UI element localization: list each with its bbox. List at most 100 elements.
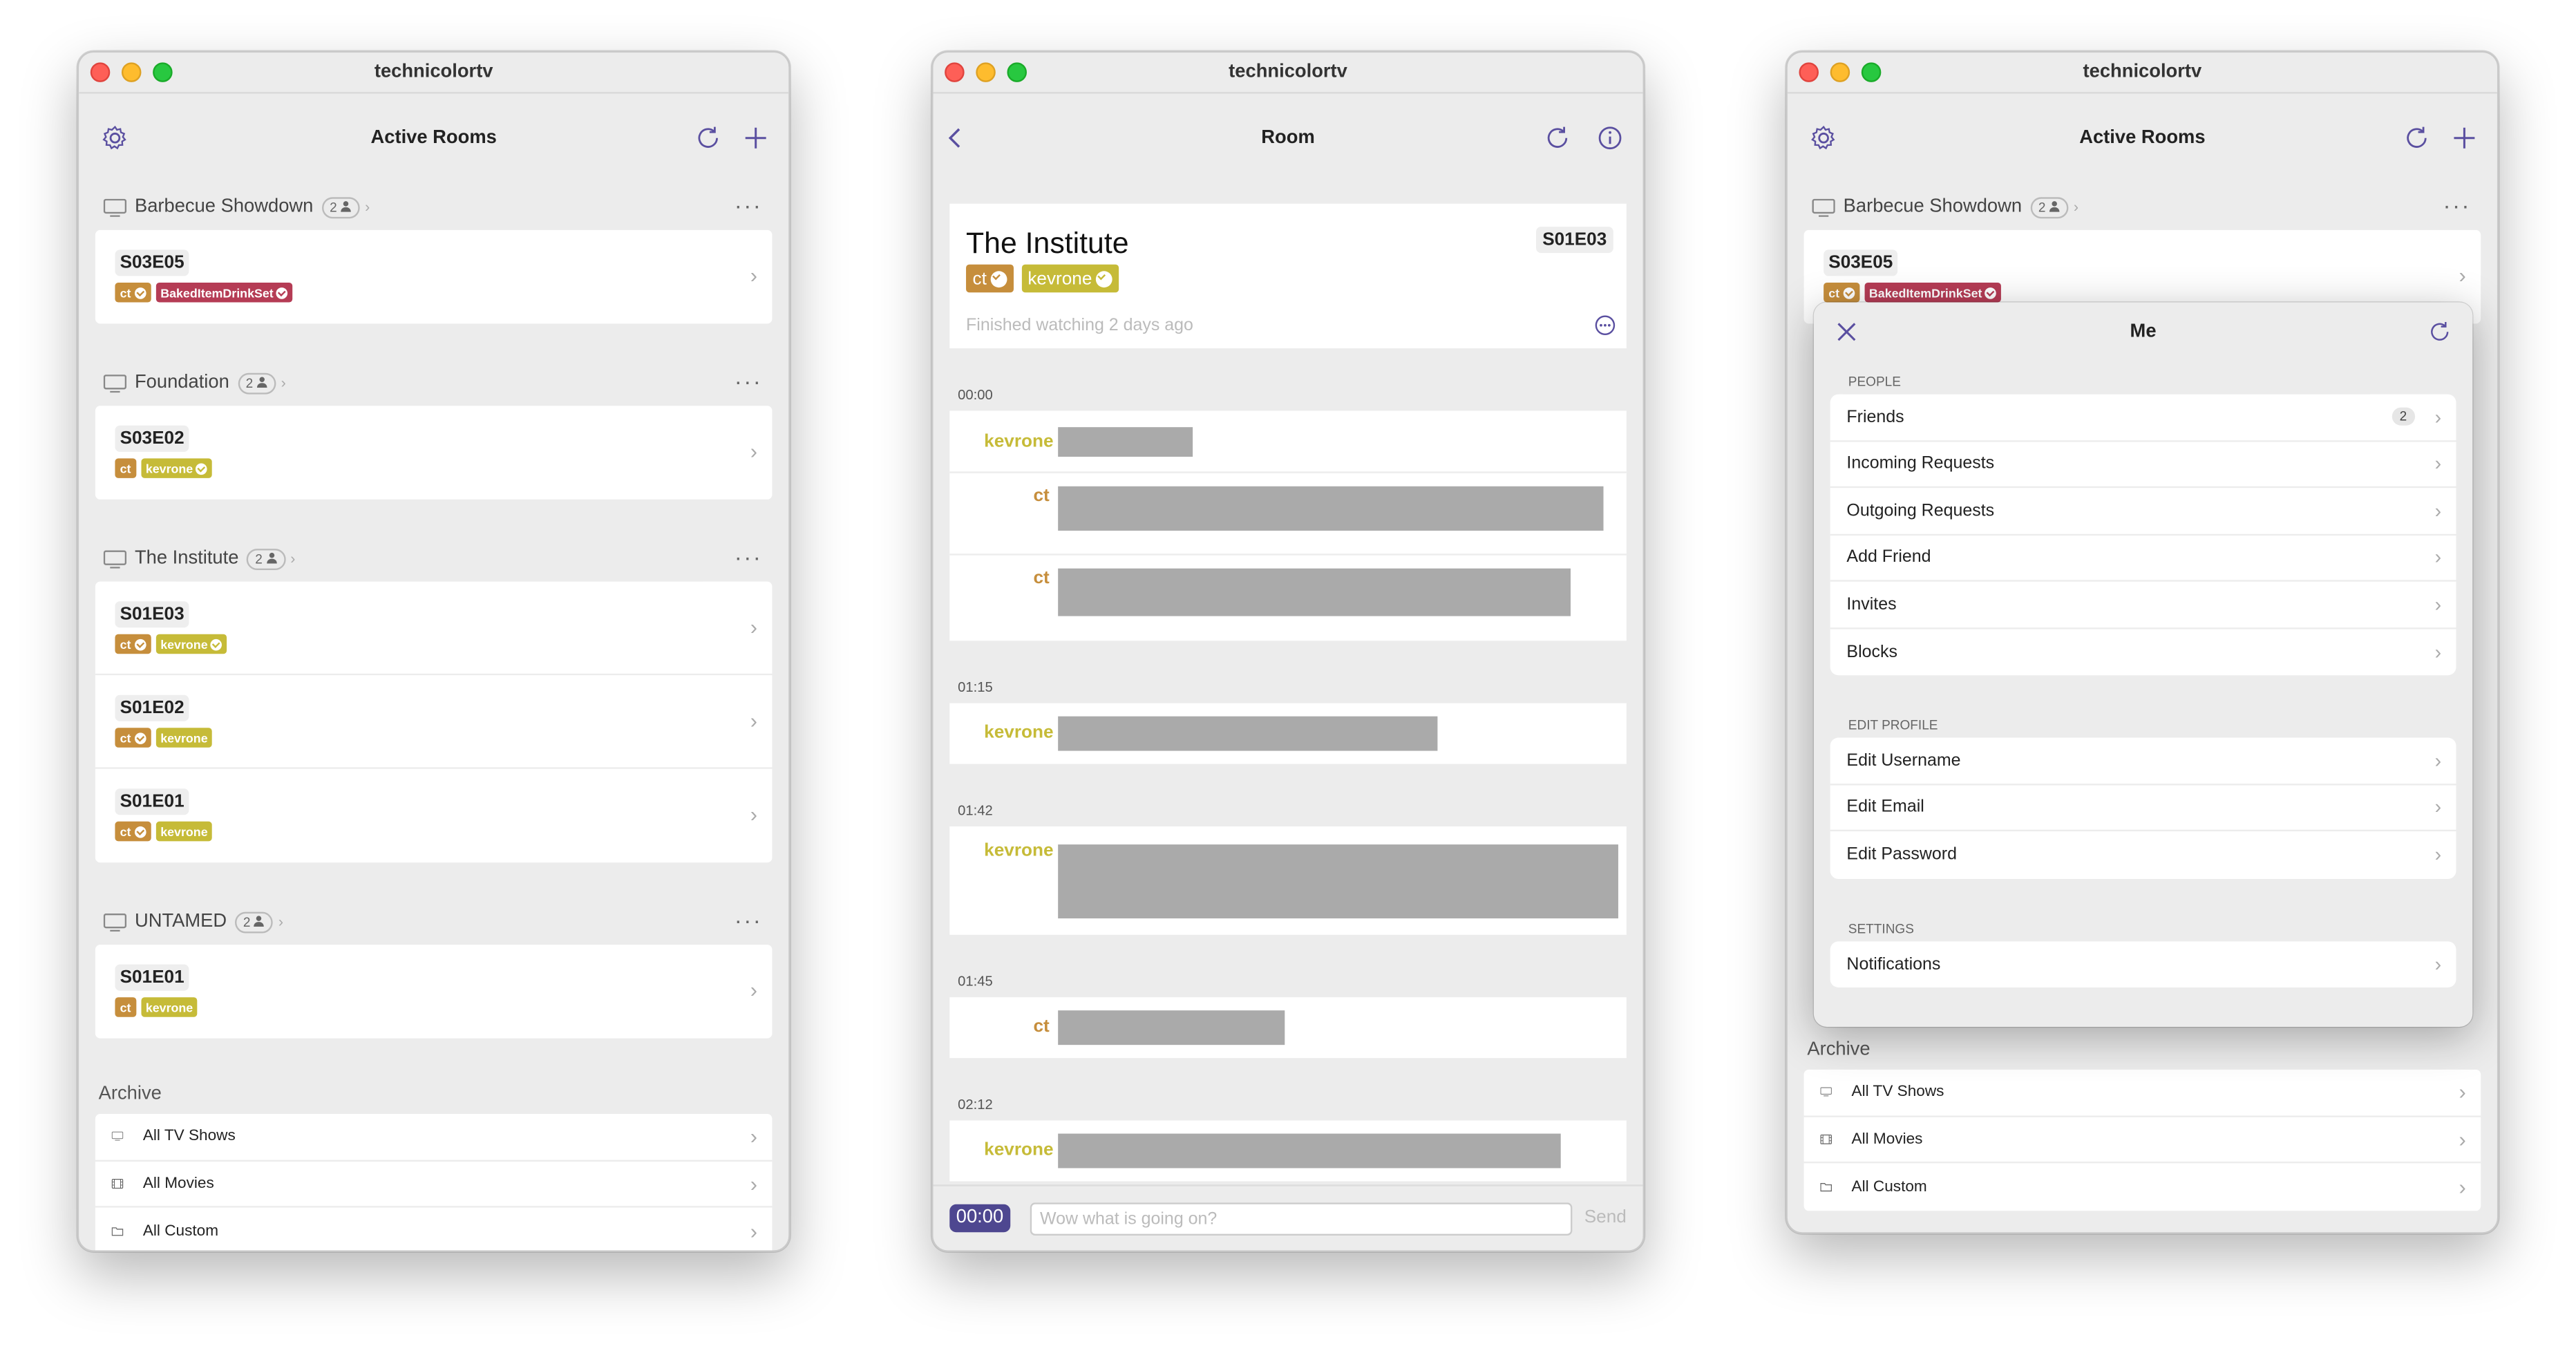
show-header[interactable]: Barbecue Showdown 2 › ··· [1804,184,2481,230]
menu-item[interactable]: Invites › [1830,582,2456,629]
menu-item[interactable]: Blocks › [1830,628,2456,675]
minimize-window-button[interactable] [976,62,996,82]
episode-row[interactable]: S01E01 ct kevrone › [95,769,773,863]
menu-item[interactable]: Incoming Requests › [1830,441,2456,489]
send-button[interactable]: Send [1584,1208,1627,1228]
user-tag: kevrone [140,997,198,1017]
chevron-right-icon: › [750,614,758,639]
tv-icon [103,549,127,568]
episode-code: S01E03 [115,601,189,628]
chevron-right-icon: › [2073,198,2078,216]
show-header[interactable]: Barbecue Showdown 2 › ··· [95,184,773,230]
user-tag-label: ct [120,460,131,476]
watch-tags: ct kevrone [115,634,772,654]
more-icon[interactable] [1595,315,1616,336]
rooms-window: technicolortv Active Rooms Barbecue Show… [77,50,790,1252]
archive-item[interactable]: All TV Shows › [95,1114,773,1161]
back-chevron-icon[interactable] [941,123,971,153]
zoom-window-button[interactable] [1861,62,1882,82]
more-icon[interactable]: ··· [2443,192,2470,218]
more-icon[interactable]: ··· [735,192,762,218]
person-icon [254,914,265,929]
close-window-button[interactable] [945,62,965,82]
episode-row[interactable]: S01E02 ct kevrone › [95,675,773,769]
more-icon[interactable]: ··· [735,368,762,395]
episode-row[interactable]: S03E05 ct BakedItemDrinkSet › [95,230,773,324]
menu-item[interactable]: Outgoing Requests › [1830,488,2456,535]
archive-item-label: All TV Shows [1851,1083,1944,1101]
add-icon[interactable] [2450,123,2479,153]
chevron-right-icon: › [2434,748,2442,772]
minimize-window-button[interactable] [121,62,142,82]
menu-item[interactable]: Add Friend › [1830,535,2456,582]
episode-row[interactable]: S01E03 ct kevrone › [95,582,773,676]
minimize-window-button[interactable] [1830,62,1850,82]
refresh-icon[interactable] [2402,123,2432,153]
episode-code: S01E02 [115,694,189,721]
more-icon[interactable]: ··· [735,544,762,570]
archive-item[interactable]: All Custom › [95,1208,773,1251]
watch-tags: ct BakedItemDrinkSet [1824,282,2481,303]
user-tag-label: ct [120,999,131,1015]
menu-item-label: Edit Username [1846,750,1961,770]
check-icon [134,286,146,299]
chevron-right-icon: › [750,1171,758,1196]
chevron-right-icon: › [750,802,758,826]
menu-item[interactable]: Edit Password › [1830,831,2456,878]
user-tag-label: ct [120,730,131,746]
close-window-button[interactable] [1799,62,1819,82]
settings-header: SETTINGS [1848,920,1914,936]
zoom-window-button[interactable] [153,62,173,82]
menu-item[interactable]: Friends 2 › [1830,395,2456,442]
message-author: kevrone [984,431,1054,451]
menu-item[interactable]: Notifications › [1830,940,2456,987]
add-icon[interactable] [741,123,770,153]
message: kevrone [949,1121,1627,1182]
user-tag: kevrone [155,821,213,842]
participant-tag: ct [966,264,1013,293]
archive-item[interactable]: All Custom › [1804,1163,2481,1210]
episode-row[interactable]: S03E02 ct kevrone › [95,406,773,500]
gear-icon[interactable] [1809,123,1839,153]
archive-item[interactable]: All Movies › [1803,1117,2481,1164]
watch-tags: ct BakedItemDrinkSet [115,282,772,303]
show-header[interactable]: The Institute 2 › ··· [95,536,773,582]
episode-code: S01E01 [115,964,189,991]
menu-item-label: Friends [1846,407,1904,427]
user-tag-label: kevrone [145,999,193,1015]
more-icon[interactable]: ··· [735,907,762,933]
timestamp-badge[interactable]: 00:00 [949,1204,1010,1233]
window-title: technicolortv [1229,62,1347,82]
menu-item[interactable]: Edit Email › [1830,784,2456,832]
close-window-button[interactable] [90,62,111,82]
gear-icon[interactable] [100,123,130,153]
archive-item[interactable]: All Movies › [95,1161,773,1208]
user-tag-label: ct [120,285,131,300]
message: kevrone [949,826,1627,935]
show-header[interactable]: UNTAMED 2 › ··· [95,899,773,945]
show-header[interactable]: Foundation 2 › ··· [95,360,773,406]
redacted-message-text [1058,1133,1561,1168]
archive-item[interactable]: All TV Shows › [1803,1070,2481,1117]
user-tag: ct [115,821,151,842]
participant-tag: kevrone [1021,264,1119,293]
tv-icon [1812,198,1835,216]
close-icon[interactable] [1837,322,1857,342]
chevron-right-icon: › [2434,795,2442,819]
refresh-icon[interactable] [2427,319,2453,345]
info-icon[interactable] [1595,123,1625,153]
check-icon [134,638,146,650]
check-icon [1985,286,1997,299]
refresh-icon[interactable] [1543,123,1573,153]
zoom-window-button[interactable] [1007,62,1027,82]
user-tag-label: kevrone [160,824,208,839]
menu-item[interactable]: Edit Username › [1830,738,2456,785]
message-input[interactable]: Wow what is going on? [1030,1202,1573,1236]
user-tag: ct [1824,282,1859,303]
member-count: 2 [255,551,263,567]
film-icon [1820,1130,1841,1148]
episode-row[interactable]: S01E01 ct kevrone › [95,945,773,1039]
archive-item-label: All Movies [142,1174,214,1193]
message-author: kevrone [984,841,1054,861]
refresh-icon[interactable] [693,123,723,153]
